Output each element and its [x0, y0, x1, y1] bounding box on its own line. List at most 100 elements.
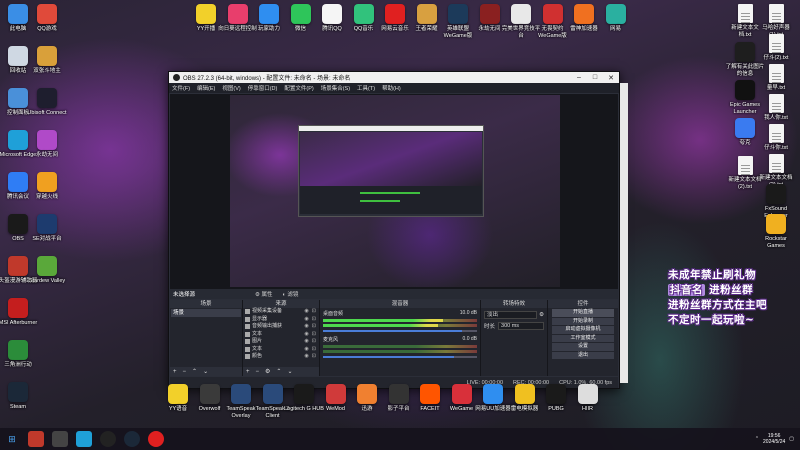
promo-line-1: 未成年禁止刷礼物: [668, 269, 756, 281]
desktop-shortcut[interactable]: Steam: [0, 382, 38, 411]
desktop-shortcut[interactable]: QQ游戏: [27, 4, 67, 33]
netease-music-icon: [385, 4, 405, 24]
desktop-shortcut[interactable]: Rockstar Games: [756, 214, 796, 249]
desktop-shortcut[interactable]: SE对战平台: [27, 214, 67, 243]
visibility-eye-icon[interactable]: ◉: [304, 338, 308, 346]
desktop-shortcut[interactable]: MSI Afterburner: [0, 298, 38, 327]
shortcut-label: 我人你.txt: [764, 115, 788, 121]
source-item[interactable]: 文本 ◉ ⊡: [243, 346, 319, 354]
start-streaming-button[interactable]: 开始直播: [552, 309, 614, 317]
visibility-eye-icon[interactable]: ◉: [304, 308, 308, 316]
side-scrollbar[interactable]: [620, 83, 628, 383]
move-down-icon[interactable]: ⌄: [287, 368, 292, 375]
maximize-icon[interactable]: □: [587, 74, 603, 81]
visibility-eye-icon[interactable]: ◉: [304, 346, 308, 354]
desktop-shortcut[interactable]: 仔斗你.txt: [756, 124, 796, 152]
start-virtual-camera-button[interactable]: 启动虚拟摄像机: [552, 326, 614, 334]
lock-icon[interactable]: ⊡: [312, 316, 316, 324]
visibility-eye-icon[interactable]: ◉: [304, 316, 308, 324]
studio-mode-button[interactable]: 工作室模式: [552, 334, 614, 342]
desktop-shortcut[interactable]: 三角洲行动: [0, 340, 38, 369]
menu-scene-collection[interactable]: 场景集合(S): [321, 84, 350, 92]
menu-profile[interactable]: 配置文件(P): [284, 84, 313, 92]
desktop-shortcut[interactable]: Stardew Valley: [27, 256, 67, 285]
taskbar-app-icon[interactable]: [28, 431, 44, 447]
source-item[interactable]: 颜色 ◉ ⊡: [243, 353, 319, 361]
lock-icon[interactable]: ⊡: [312, 323, 316, 331]
notification-icon[interactable]: ▢: [789, 436, 794, 442]
desktop-shortcut[interactable]: 网易: [596, 4, 636, 33]
leishen-icon: [574, 4, 594, 24]
lock-icon[interactable]: ⊡: [312, 338, 316, 346]
menu-edit[interactable]: 编辑(E): [197, 84, 215, 92]
add-scene-button[interactable]: +: [173, 369, 177, 375]
desktop-shortcut[interactable]: 仔斗(2).txt: [756, 34, 796, 62]
source-item[interactable]: 图片 ◉ ⊡: [243, 338, 319, 346]
minimize-icon[interactable]: –: [571, 74, 587, 81]
lock-icon[interactable]: ⊡: [312, 353, 316, 361]
properties-button[interactable]: ⚙ 属性: [255, 290, 272, 298]
menu-view[interactable]: 视图(V): [222, 84, 240, 92]
tray-chevron-icon[interactable]: ⌃: [755, 436, 759, 442]
desktop-shortcut[interactable]: 永劫无间: [27, 130, 67, 159]
remove-scene-button[interactable]: −: [183, 369, 187, 375]
add-source-button[interactable]: +: [246, 369, 250, 375]
desktop-shortcut[interactable]: 穿越火线: [27, 172, 67, 201]
source-settings-icon[interactable]: ⚙: [265, 368, 270, 375]
clock[interactable]: 19:56 2024/5/24: [763, 433, 785, 445]
desktop-shortcut[interactable]: 量早.txt: [756, 64, 796, 92]
tencent-meeting-icon: [8, 172, 28, 192]
volume-slider[interactable]: [323, 330, 477, 332]
controls-header: 控件: [548, 300, 618, 308]
duration-input[interactable]: 300 ms: [498, 322, 544, 330]
sunflower-icon: [227, 4, 248, 24]
taskbar-app-icon[interactable]: [52, 431, 68, 447]
settings-button[interactable]: 设置: [552, 343, 614, 351]
desktop-shortcut[interactable]: HIIR: [568, 384, 608, 413]
lock-icon[interactable]: ⊡: [312, 331, 316, 339]
menu-file[interactable]: 文件(F): [172, 84, 190, 92]
desktop-shortcut[interactable]: 我人你.txt: [756, 94, 796, 122]
preview-nested-obs: [298, 125, 484, 217]
desktop-shortcut[interactable]: Ubisoft Connect: [27, 88, 67, 117]
move-down-icon[interactable]: ⌄: [203, 368, 208, 375]
desktop-shortcut[interactable]: 双张斗地主: [27, 46, 67, 75]
taskbar-obs-icon[interactable]: [100, 431, 116, 447]
move-up-icon[interactable]: ⌃: [192, 368, 197, 375]
scene-item[interactable]: 场景: [171, 309, 241, 317]
obs-window-title: OBS 27.2.3 (64-bit, windows) - 配置文件: 未命名…: [183, 76, 351, 82]
volume-slider[interactable]: [323, 356, 477, 358]
desktop-shortcut[interactable]: 马哈好声器(1).txt: [756, 4, 796, 38]
filters-button[interactable]: ◐ 滤镜: [283, 290, 299, 298]
obs-preview[interactable]: [170, 94, 618, 289]
transition-settings-icon[interactable]: ⚙: [539, 312, 544, 318]
obs-window[interactable]: OBS 27.2.3 (64-bit, windows) - 配置文件: 未命名…: [168, 71, 628, 389]
remove-source-button[interactable]: −: [256, 369, 260, 375]
source-item[interactable]: 文本 ◉ ⊡: [243, 331, 319, 339]
menu-docks[interactable]: 停靠窗口(D): [248, 84, 278, 92]
transition-type-select[interactable]: 淡出: [484, 311, 538, 319]
visibility-eye-icon[interactable]: ◉: [304, 323, 308, 331]
lock-icon[interactable]: ⊡: [312, 346, 316, 354]
move-up-icon[interactable]: ⌃: [276, 368, 281, 375]
menu-tools[interactable]: 工具(T): [357, 84, 375, 92]
exit-button[interactable]: 退出: [552, 351, 614, 359]
menu-help[interactable]: 帮助(H): [382, 84, 401, 92]
shortcut-label: PUBG: [548, 406, 564, 412]
visibility-eye-icon[interactable]: ◉: [304, 331, 308, 339]
obs-titlebar[interactable]: OBS 27.2.3 (64-bit, windows) - 配置文件: 未命名…: [169, 72, 619, 83]
audio-level-meter: [323, 324, 477, 327]
source-item[interactable]: 音频输出捕获 ◉ ⊡: [243, 323, 319, 331]
desktop-shortcut[interactable]: 新建文本文档(2).txt: [756, 154, 796, 188]
taskbar-steam-icon[interactable]: [124, 431, 140, 447]
source-item[interactable]: 视频采集设备 ◉ ⊡: [243, 308, 319, 316]
taskbar-edge-icon[interactable]: [76, 431, 92, 447]
start-button-icon[interactable]: ⊞: [4, 431, 20, 447]
start-recording-button[interactable]: 开始录制: [552, 317, 614, 325]
source-item[interactable]: 显示器 ◉ ⊡: [243, 316, 319, 324]
lock-icon[interactable]: ⊡: [312, 308, 316, 316]
promo-line-3: 进粉丝群方式在主吧: [668, 299, 767, 311]
close-icon[interactable]: ✕: [603, 74, 619, 82]
visibility-eye-icon[interactable]: ◉: [304, 353, 308, 361]
taskbar-netease-icon[interactable]: [148, 431, 164, 447]
